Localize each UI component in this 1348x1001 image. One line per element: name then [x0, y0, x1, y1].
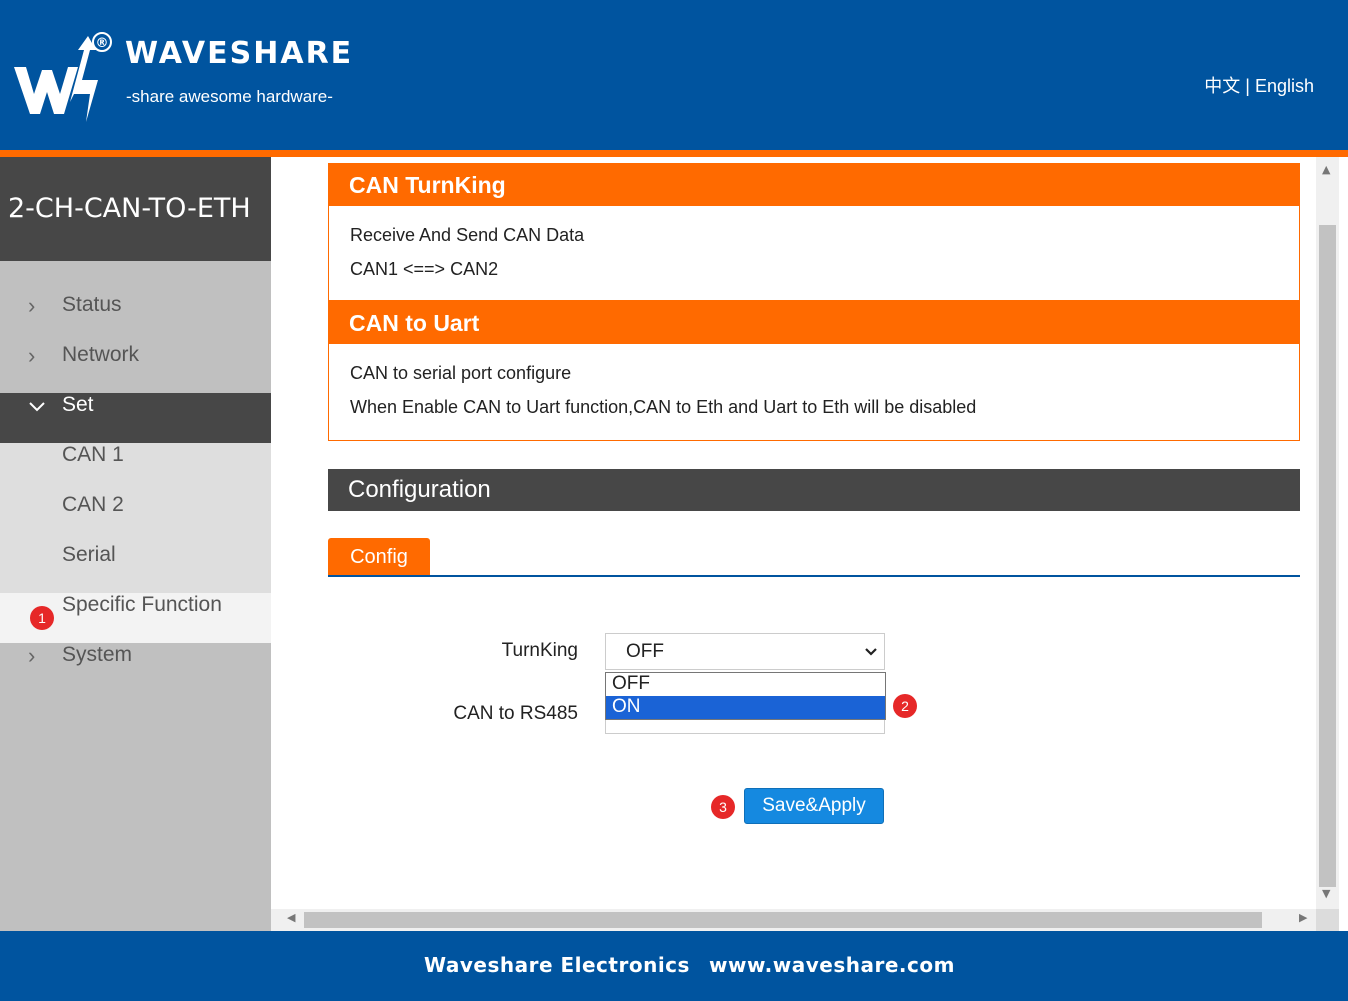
device-title: 2-CH-CAN-TO-ETH: [0, 157, 271, 261]
dropdown-option-off[interactable]: OFF: [606, 673, 885, 696]
chevron-down-icon: [28, 393, 48, 419]
chevron-right-icon: ›: [28, 643, 36, 668]
turnking-select[interactable]: OFF: [605, 633, 885, 670]
tab-config[interactable]: Config: [328, 538, 430, 576]
turnking-dropdown-list: OFF ON: [605, 672, 886, 720]
panel-line: CAN1 <==> CAN2: [350, 259, 499, 279]
brand-tagline: -share awesome hardware-: [126, 87, 333, 106]
dropdown-option-on[interactable]: ON: [606, 696, 885, 719]
sidebar-item-status[interactable]: › Status: [0, 293, 271, 343]
lang-separator: |: [1245, 76, 1250, 96]
brand-name: WAVESHARE: [125, 36, 354, 71]
chevron-right-icon: ›: [28, 343, 36, 368]
scroll-up-arrow-icon[interactable]: ▲: [1322, 163, 1330, 176]
vertical-scroll-thumb[interactable]: [1319, 225, 1336, 887]
footer-company: Waveshare Electronics: [424, 953, 690, 977]
turnking-panel: CAN TurnKing Receive And Send CAN Data C…: [328, 163, 1300, 301]
sidebar-item-label: Status: [62, 293, 122, 316]
footer-url[interactable]: www.waveshare.com: [709, 953, 955, 977]
panel-body: Receive And Send CAN Data CAN1 <==> CAN2: [329, 206, 1299, 292]
sidebar-item-system[interactable]: › System: [0, 643, 271, 693]
configuration-section-title: Configuration: [328, 469, 1300, 511]
header: ® WAVESHARE -share awesome hardware- 中文 …: [0, 0, 1348, 150]
footer: Waveshare Electronics www.waveshare.com: [0, 931, 1348, 1001]
panel-line: When Enable CAN to Uart function,CAN to …: [350, 397, 977, 417]
tab-underline: [328, 575, 1300, 577]
turnking-label: TurnKing: [501, 640, 578, 661]
sidebar-item-specific-function[interactable]: 1 Specific Function: [0, 593, 271, 643]
horizontal-scrollbar[interactable]: ◀ ▶: [271, 909, 1316, 931]
sidebar-item-label: CAN 2: [62, 493, 124, 516]
header-accent-stripe: [0, 150, 1348, 157]
lang-chinese-link[interactable]: 中文: [1204, 76, 1240, 96]
language-switcher: 中文 | English: [1204, 72, 1314, 98]
main-content: CAN TurnKing Receive And Send CAN Data C…: [271, 157, 1316, 909]
sidebar-item-label: Network: [62, 343, 140, 366]
sidebar-item-can1[interactable]: CAN 1: [0, 443, 271, 493]
scroll-left-arrow-icon[interactable]: ◀: [287, 911, 295, 924]
sidebar-item-set[interactable]: Set: [0, 393, 271, 443]
scroll-down-arrow-icon[interactable]: ▼: [1322, 887, 1330, 900]
sidebar-item-label: Serial: [62, 543, 116, 566]
sidebar-item-label: System: [62, 643, 133, 666]
panel-title: CAN TurnKing: [329, 164, 1299, 206]
save-apply-button[interactable]: Save&Apply: [744, 788, 884, 824]
annotation-badge-1: 1: [30, 606, 54, 630]
registered-mark: ®: [92, 32, 112, 52]
scroll-right-arrow-icon[interactable]: ▶: [1299, 911, 1307, 924]
sidebar-item-label: Set: [62, 393, 94, 416]
sidebar-item-can2[interactable]: CAN 2: [0, 493, 271, 543]
annotation-badge-3: 3: [711, 795, 735, 819]
scrollbar-corner: [1316, 909, 1339, 931]
panel-body: CAN to serial port configure When Enable…: [329, 344, 1299, 430]
sidebar-item-label: Specific Function: [62, 593, 222, 616]
sidebar-item-network[interactable]: › Network: [0, 343, 271, 393]
horizontal-scroll-thumb[interactable]: [304, 912, 1262, 928]
sidebar-item-label: CAN 1: [62, 443, 124, 466]
annotation-badge-2: 2: [893, 694, 917, 718]
panel-line: Receive And Send CAN Data: [350, 225, 585, 245]
can-to-uart-panel: CAN to Uart CAN to serial port configure…: [328, 301, 1300, 441]
vertical-scrollbar[interactable]: ▲ ▼: [1316, 157, 1339, 909]
chevron-right-icon: ›: [28, 293, 36, 318]
lang-english-link[interactable]: English: [1255, 76, 1314, 96]
sidebar-item-serial[interactable]: Serial: [0, 543, 271, 593]
turnking-select-value: OFF: [626, 641, 664, 662]
panel-title: CAN to Uart: [329, 302, 1299, 344]
panel-line: CAN to serial port configure: [350, 363, 572, 383]
sidebar: 2-CH-CAN-TO-ETH › Status › Network Set C…: [0, 157, 271, 931]
can-to-rs485-label: CAN to RS485: [453, 703, 578, 724]
chevron-down-icon: [864, 634, 878, 669]
